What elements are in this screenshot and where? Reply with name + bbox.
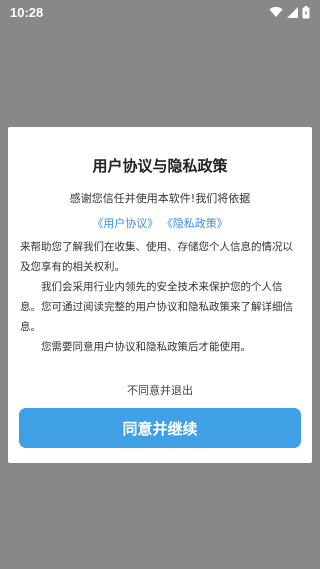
dialog-thanks-text: 感谢您信任并使用本软件!我们将依据 <box>69 192 251 205</box>
status-icons <box>269 5 310 19</box>
status-bar: 10:28 <box>0 0 320 24</box>
dialog-title: 用户协议与隐私政策 <box>92 157 228 175</box>
body-paragraph-3: 您需要同意用户协议和隐私政策后才能使用。 <box>41 341 251 353</box>
decline-exit-button[interactable]: 不同意并退出 <box>8 382 312 398</box>
signal-icon <box>287 6 298 18</box>
privacy-dialog: 用户协议与隐私政策 感谢您信任并使用本软件!我们将依据 《用户协议》 《隐私政策… <box>8 127 312 463</box>
body-paragraph-1: 来帮助您了解我们在收集、使用、存储您个人信息的情况以及您享有的相关权利。 <box>20 241 293 273</box>
privacy-policy-link[interactable]: 《隐私政策》 <box>162 217 228 230</box>
dialog-body: 来帮助您了解我们在收集、使用、存储您个人信息的情况以及您享有的相关权利。 我们会… <box>20 237 302 357</box>
body-paragraph-2: 我们会采用行业内领先的安全技术来保护您的个人信息。您可通过阅读完整的用户协议和隐… <box>20 281 293 333</box>
battery-icon <box>302 5 310 18</box>
agree-continue-button[interactable]: 同意并继续 <box>19 408 301 448</box>
agreement-links: 《用户协议》 《隐私政策》 <box>8 215 312 231</box>
user-agreement-link[interactable]: 《用户协议》 <box>92 217 158 230</box>
status-time: 10:28 <box>10 4 44 20</box>
wifi-icon <box>269 6 283 17</box>
